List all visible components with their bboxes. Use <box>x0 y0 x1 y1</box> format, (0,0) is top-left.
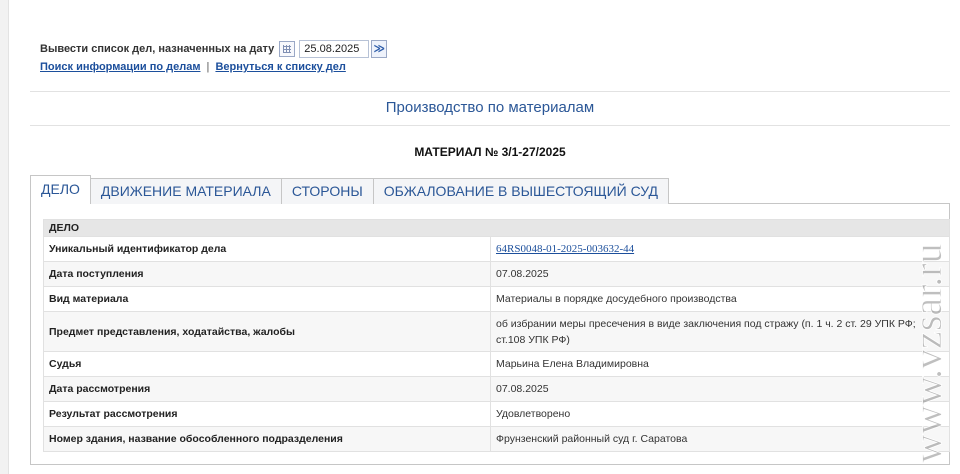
left-edge-bar <box>0 0 9 474</box>
nav-links: Поиск информации по делам | Вернуться к … <box>40 61 346 73</box>
divider <box>30 125 950 126</box>
row-label: Уникальный идентификатор дела <box>43 236 491 262</box>
case-uid-link[interactable]: 64RS0048-01-2025-003632-44 <box>496 243 634 255</box>
row-label: Результат рассмотрения <box>43 401 491 427</box>
back-to-list-link[interactable]: Вернуться к списку дел <box>215 61 345 73</box>
table-row: Судья Марьина Елена Владимировна <box>43 351 950 377</box>
row-label: Номер здания, название обособленного под… <box>43 426 491 452</box>
table-header: ДЕЛО <box>43 219 950 237</box>
tab-parties[interactable]: СТОРОНЫ <box>280 178 374 204</box>
row-value: Удовлетворено <box>490 401 950 427</box>
row-value: Фрунзенский районный суд г. Саратова <box>490 426 950 452</box>
row-label: Судья <box>43 351 491 377</box>
row-value: Марьина Елена Владимировна <box>490 351 950 377</box>
tab-case[interactable]: ДЕЛО <box>30 175 91 204</box>
row-value: 07.08.2025 <box>490 261 950 287</box>
table-row: Дата поступления 07.08.2025 <box>43 261 950 287</box>
table-row: Вид материала Материалы в порядке досуде… <box>43 286 950 312</box>
table-row: Уникальный идентификатор дела 64RS0048-0… <box>43 236 950 262</box>
table-header-row: ДЕЛО <box>43 219 950 237</box>
date-input[interactable] <box>299 40 370 58</box>
table-row: Предмет представления, ходатайства, жало… <box>43 311 950 352</box>
divider <box>30 91 950 92</box>
row-value: об избрании меры пресечения в виде заклю… <box>496 317 916 346</box>
table-row: Номер здания, название обособленного под… <box>43 426 950 452</box>
row-label: Дата рассмотрения <box>43 376 491 402</box>
table-row: Дата рассмотрения 07.08.2025 <box>43 376 950 402</box>
row-label: Предмет представления, ходатайства, жало… <box>43 311 491 352</box>
date-filter-label: Вывести список дел, назначенных на дату <box>40 43 275 55</box>
calendar-icon[interactable] <box>279 41 296 57</box>
show-cases-button[interactable]: ≫ <box>371 40 388 58</box>
row-value: 07.08.2025 <box>490 376 950 402</box>
date-filter-row: Вывести список дел, назначенных на дату … <box>40 40 388 58</box>
row-label: Дата поступления <box>43 261 491 287</box>
tab-bar: ДЕЛО ДВИЖЕНИЕ МАТЕРИАЛА СТОРОНЫ ОБЖАЛОВА… <box>30 175 669 204</box>
row-value: Материалы в порядке досудебного производ… <box>490 286 950 312</box>
link-separator: | <box>206 61 210 73</box>
search-cases-link[interactable]: Поиск информации по делам <box>40 61 200 73</box>
row-label: Вид материала <box>43 286 491 312</box>
section-title: Производство по материалам <box>385 99 595 116</box>
material-title: МАТЕРИАЛ № 3/1-27/2025 <box>414 145 566 159</box>
case-info-table: ДЕЛО Уникальный идентификатор дела 64RS0… <box>43 219 950 452</box>
tab-appeal[interactable]: ОБЖАЛОВАНИЕ В ВЫШЕСТОЯЩИЙ СУД <box>372 178 669 204</box>
tab-material-movement[interactable]: ДВИЖЕНИЕ МАТЕРИАЛА <box>89 178 282 204</box>
table-row: Результат рассмотрения Удовлетворено <box>43 401 950 427</box>
